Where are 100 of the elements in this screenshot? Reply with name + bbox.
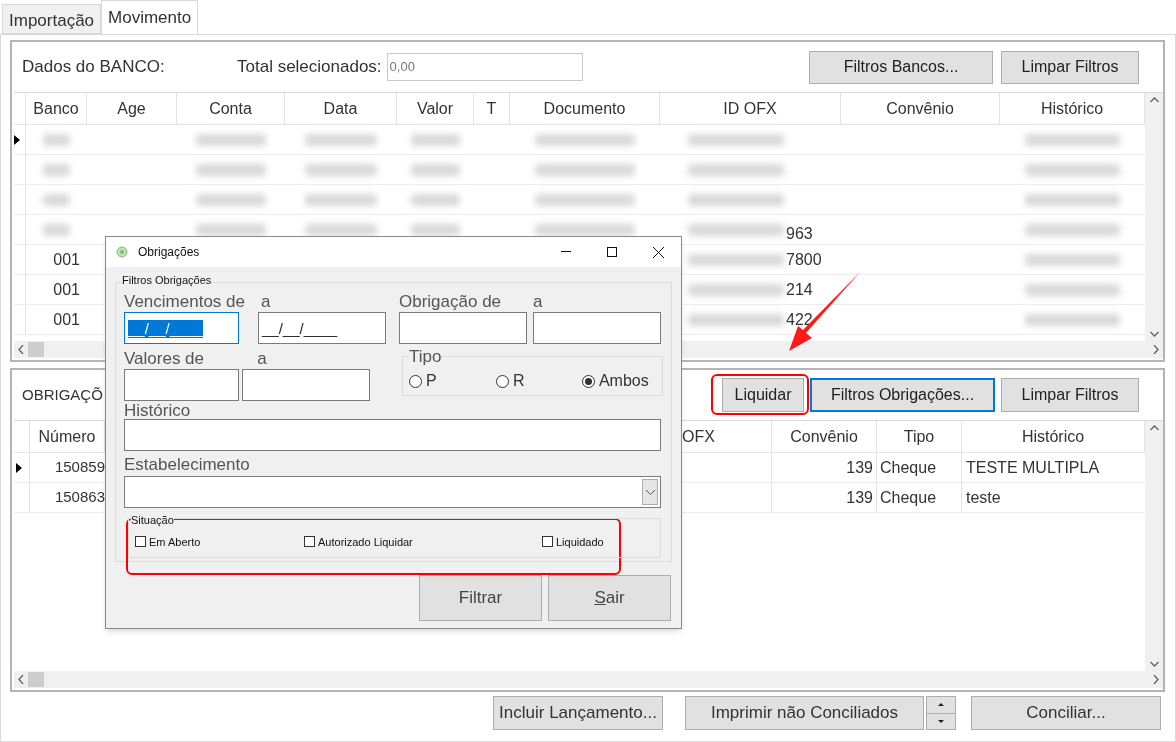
action-button[interactable]: Limpar Filtros	[1001, 378, 1139, 412]
total-field: 0,00	[386, 53, 583, 81]
action-button[interactable]: Liquidar	[722, 378, 804, 412]
footer-button[interactable]: Imprimir não Conciliados	[685, 696, 924, 730]
field-label: Histórico	[124, 402, 192, 419]
dialog-button[interactable]: Sair	[548, 575, 671, 621]
checkbox-label: Autorizado Liquidar	[318, 534, 413, 550]
vertical-scrollbar[interactable]	[1145, 421, 1163, 671]
row-pointer-icon	[14, 134, 20, 145]
group-title: Situação	[131, 515, 174, 526]
dropdown-caret-icon[interactable]	[642, 479, 658, 505]
table-cell-text: teste	[966, 487, 1001, 508]
field-label: Obrigação de	[399, 293, 503, 310]
checkbox[interactable]	[135, 536, 146, 548]
table-cell: 422	[786, 311, 813, 328]
row-pointer-icon	[16, 462, 22, 473]
date-field[interactable]: __/__/____	[258, 312, 386, 344]
table-cell-text: 001	[53, 249, 80, 270]
dollar-coin-icon	[116, 246, 128, 258]
scroll-up-icon[interactable]	[1149, 97, 1159, 103]
horizontal-scrollbar[interactable]	[14, 671, 1163, 688]
scroll-right-icon[interactable]	[1153, 675, 1159, 684]
action-button[interactable]: Filtros Bancos...	[809, 50, 993, 84]
blurred-value	[411, 163, 460, 176]
field-label: Total selecionados:	[237, 56, 382, 79]
blurred-value	[43, 193, 70, 206]
field-label: a	[533, 293, 544, 310]
group-title: Tipo	[408, 348, 442, 365]
close-icon[interactable]	[652, 246, 664, 258]
blurred-value	[411, 223, 460, 236]
radio-button[interactable]	[408, 374, 422, 388]
column-header[interactable]: T	[474, 93, 510, 124]
column-header[interactable]: Data	[285, 93, 397, 124]
text-field[interactable]	[124, 419, 661, 451]
field-label: Valores de	[124, 350, 205, 367]
action-button[interactable]: Filtros Obrigações...	[810, 378, 995, 412]
blurred-value	[196, 193, 266, 206]
radio-button[interactable]	[495, 374, 509, 388]
up-triangle-icon[interactable]	[938, 703, 944, 707]
panel-title: Dados do BANCO:	[22, 56, 166, 79]
table-cell-text: 150863	[54, 487, 105, 508]
checkbox-label: Liquidado	[556, 534, 604, 550]
text-field[interactable]	[242, 369, 371, 401]
date-mask-text: __/__/____	[262, 320, 338, 338]
footer-button[interactable]: Incluir Lançamento...	[493, 696, 663, 730]
table-cell-text: 001	[53, 309, 80, 330]
column-header[interactable]: Banco	[26, 93, 87, 124]
column-header[interactable]: Conta	[177, 93, 285, 124]
table-cell-text: 150859	[54, 457, 105, 478]
footer-button[interactable]: Conciliar...	[971, 696, 1161, 730]
tab[interactable]: Importação	[2, 4, 102, 34]
column-header[interactable]: Convênio	[841, 93, 1000, 124]
radio-label: Ambos	[598, 371, 649, 391]
table-cell-text: 001	[53, 279, 80, 300]
date-field[interactable]: __/__/____	[124, 312, 239, 344]
scroll-left-icon[interactable]	[18, 675, 24, 684]
column-header[interactable]: Documento	[510, 93, 660, 124]
scroll-up-icon[interactable]	[1149, 425, 1159, 431]
column-header[interactable]: Age	[87, 93, 177, 124]
table-cell-text: 139	[846, 487, 873, 508]
scroll-left-icon[interactable]	[18, 345, 24, 354]
field-label: a	[261, 293, 272, 310]
text-field[interactable]	[399, 312, 527, 344]
blurred-value	[196, 133, 266, 146]
tab[interactable]: Movimento	[101, 0, 199, 34]
blurred-value	[43, 163, 70, 176]
table-cell-text: Cheque	[880, 487, 937, 508]
column-header[interactable]: Convênio	[772, 421, 877, 452]
dropdown-field[interactable]	[124, 476, 661, 508]
dialog-button[interactable]: Filtrar	[419, 575, 542, 621]
scroll-thumb[interactable]	[28, 672, 44, 687]
column-header[interactable]: Tipo	[877, 421, 962, 452]
scroll-down-icon[interactable]	[1149, 331, 1159, 337]
table-cell: 214	[786, 281, 813, 298]
column-header[interactable]: Valor	[397, 93, 474, 124]
field-label: Estabelecimento	[124, 456, 251, 473]
down-triangle-icon[interactable]	[938, 719, 944, 723]
minimize-icon[interactable]	[561, 251, 571, 253]
table-cell-text: 139	[846, 457, 873, 478]
blurred-value	[43, 133, 70, 146]
radio-button[interactable]	[581, 374, 595, 388]
scroll-down-icon[interactable]	[1149, 661, 1159, 667]
field-label: a	[257, 350, 268, 367]
panel-title: OBRIGAÇÕ	[22, 384, 103, 405]
blurred-value	[196, 163, 266, 176]
checkbox[interactable]	[304, 536, 315, 548]
scroll-right-icon[interactable]	[1153, 345, 1159, 354]
action-button[interactable]: Limpar Filtros	[1001, 50, 1139, 84]
maximize-icon[interactable]	[607, 247, 617, 257]
checkbox[interactable]	[542, 536, 553, 548]
text-field[interactable]	[533, 312, 661, 344]
table-cell: 7800	[786, 251, 822, 268]
blurred-value	[196, 223, 266, 236]
table-cell-text: TESTE MULTIPLA	[966, 457, 1100, 478]
column-header[interactable]: ID OFX	[660, 93, 841, 124]
blurred-value	[411, 133, 460, 146]
vertical-scrollbar[interactable]	[1145, 93, 1163, 341]
date-mask-text: __/__/____	[128, 320, 204, 338]
text-field[interactable]	[124, 369, 239, 401]
scroll-thumb[interactable]	[28, 342, 44, 357]
